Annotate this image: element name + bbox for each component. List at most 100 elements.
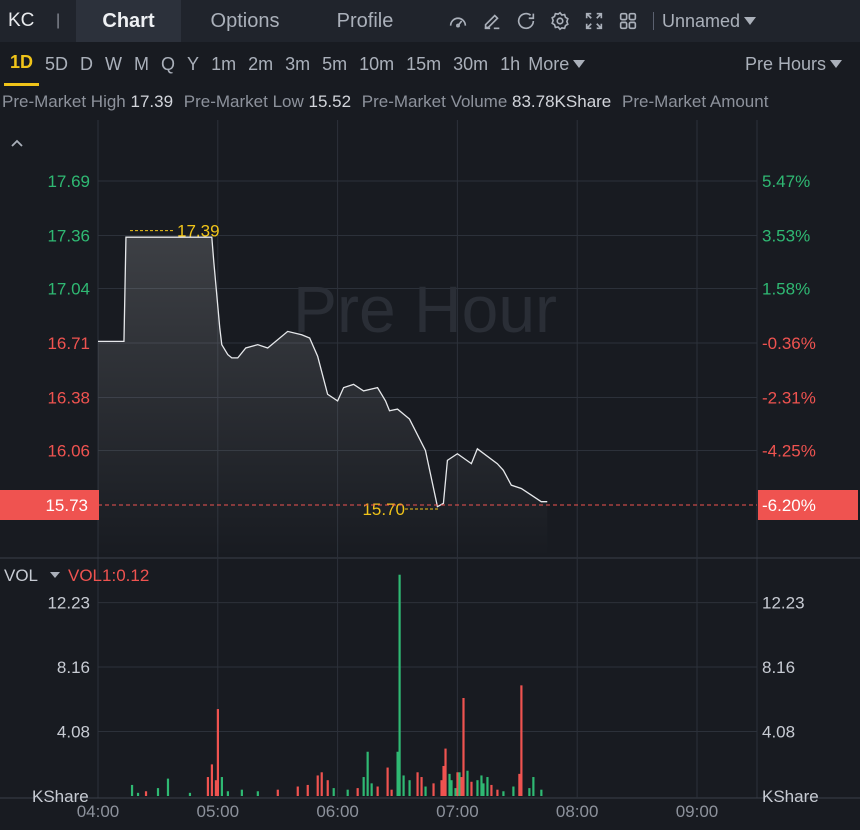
interval-1d[interactable]: 1D <box>4 42 40 86</box>
volume-bar <box>210 764 214 796</box>
volume-bar <box>240 789 243 796</box>
volume-bar <box>362 777 365 796</box>
x-axis-tick-label: 06:00 <box>316 802 359 821</box>
interval-bar: 1D 5D D W M Q Y 1m 2m 3m 5m 10m 15m 30m 1h More Pre Ho… <box>0 42 860 86</box>
y-axis-right-tick-label: 5.47% <box>762 172 810 191</box>
stat-label: Pre-Market Amount <box>622 92 769 111</box>
high-marker-label: 17.39 <box>177 222 220 241</box>
volume-bar <box>402 775 405 796</box>
x-axis-tick-label: 05:00 <box>197 802 240 821</box>
volume-bar <box>440 780 443 796</box>
volume-bar <box>456 772 459 796</box>
stat-value: 17.39 <box>130 92 174 111</box>
interval-w[interactable]: W <box>99 42 128 86</box>
y-axis-right-tick-label: -4.25% <box>762 441 816 460</box>
volume-tick-label: 4.08 <box>57 723 90 742</box>
fullscreen-icon[interactable] <box>577 0 611 42</box>
gauge-icon[interactable] <box>441 0 475 42</box>
interval-1h[interactable]: 1h <box>494 42 526 86</box>
volume-bar <box>444 748 447 796</box>
volume-unit-right-label: KShare <box>762 787 819 806</box>
volume-bar <box>136 792 140 796</box>
stat-label: Pre-Market High <box>2 92 126 111</box>
volume-bar <box>520 685 523 796</box>
interval-10m[interactable]: 10m <box>353 42 400 86</box>
volume-bar <box>512 786 515 796</box>
volume-right-tick-label: 4.08 <box>762 723 795 742</box>
stat-label: Pre-Market Low <box>183 92 304 111</box>
volume-bar <box>144 791 148 796</box>
volume-bar <box>458 772 461 796</box>
y-axis-tick-label: 17.04 <box>47 279 90 298</box>
volume-bar <box>408 780 411 796</box>
volume-bar <box>346 789 349 796</box>
layout-name: Unnamed <box>662 10 741 31</box>
volume-bar <box>398 574 401 796</box>
y-axis-right-tick-label: -2.31% <box>762 389 816 408</box>
volume-bar <box>496 789 499 796</box>
volume-bar <box>476 780 479 796</box>
x-axis-tick-label: 09:00 <box>676 802 719 821</box>
x-axis-tick-label: 04:00 <box>77 802 120 821</box>
volume-bar <box>450 780 453 796</box>
price-volume-chart[interactable]: 17.69 5.47% 17.36 3.53% 17.04 1.58% 16.71 -0.36… <box>0 120 860 830</box>
tab-options[interactable]: Options <box>181 0 309 42</box>
session-selector[interactable]: Pre Hours <box>745 42 842 86</box>
interval-3m[interactable]: 3m <box>279 42 316 86</box>
x-axis-tick-label: 08:00 <box>556 802 599 821</box>
volume-bar <box>370 783 373 796</box>
volume-bar <box>442 765 445 796</box>
volume-bar <box>320 772 323 796</box>
stat-value: 83.78KShare <box>512 92 612 111</box>
settings-icon[interactable] <box>543 0 577 42</box>
interval-y[interactable]: Y <box>181 42 205 86</box>
volume-bar <box>424 786 427 796</box>
interval-q[interactable]: Q <box>155 42 181 86</box>
y-axis-tick-label: 16.06 <box>47 441 90 460</box>
tab-profile[interactable]: Profile <box>309 0 421 42</box>
interval-list: 1D 5D D W M Q Y 1m 2m 3m 5m 10m 15m 30m 1h <box>0 42 526 86</box>
volume-bar <box>432 783 435 796</box>
volume-tick-label: 12.23 <box>47 594 90 613</box>
volume-bar <box>276 789 279 796</box>
volume-bar <box>416 772 419 796</box>
interval-more-button[interactable]: More <box>528 54 586 75</box>
y-axis-right-tick-label: 1.58% <box>762 279 810 298</box>
interval-5m[interactable]: 5m <box>316 42 353 86</box>
interval-15m[interactable]: 15m <box>400 42 447 86</box>
volume-bar <box>448 773 451 796</box>
volume-bar <box>386 767 389 796</box>
refresh-icon[interactable] <box>509 0 543 42</box>
session-label: Pre Hours <box>744 53 826 74</box>
interval-m[interactable]: M <box>128 42 155 86</box>
volume-bar <box>396 751 399 796</box>
draw-icon[interactable] <box>475 0 509 42</box>
stat-label: Pre-Market Volume <box>361 92 508 111</box>
y-axis-right-tick-label: 3.53% <box>762 227 810 246</box>
stat-value: 15.52 <box>308 92 352 111</box>
y-axis-tick-label: 17.36 <box>47 227 90 246</box>
volume-bar <box>188 792 192 796</box>
layout-selector[interactable]: Unnamed <box>662 10 757 32</box>
y-axis-right-tick-label: -0.36% <box>762 334 816 353</box>
interval-5d[interactable]: 5D <box>39 42 74 86</box>
volume-bar <box>462 698 465 796</box>
interval-30m[interactable]: 30m <box>447 42 494 86</box>
toolbar-icons <box>441 0 645 42</box>
volume-bar <box>390 789 393 796</box>
volume-indicator-value: VOL1:0.12 <box>68 566 149 585</box>
interval-d[interactable]: D <box>74 42 99 86</box>
volume-bar <box>532 777 535 796</box>
watermark-label: Pre Hour <box>293 272 557 346</box>
volume-bar <box>296 786 299 796</box>
grid-layout-icon[interactable] <box>611 0 645 42</box>
volume-tick-label: 8.16 <box>57 658 90 677</box>
volume-bar <box>166 778 170 796</box>
interval-1m[interactable]: 1m <box>205 42 242 86</box>
tab-chart[interactable]: Chart <box>76 0 181 42</box>
interval-2m[interactable]: 2m <box>242 42 279 86</box>
volume-bar <box>326 780 329 796</box>
volume-right-tick-label: 12.23 <box>762 594 805 613</box>
low-marker-label: 15.70 <box>362 500 405 519</box>
volume-bar <box>226 791 229 796</box>
